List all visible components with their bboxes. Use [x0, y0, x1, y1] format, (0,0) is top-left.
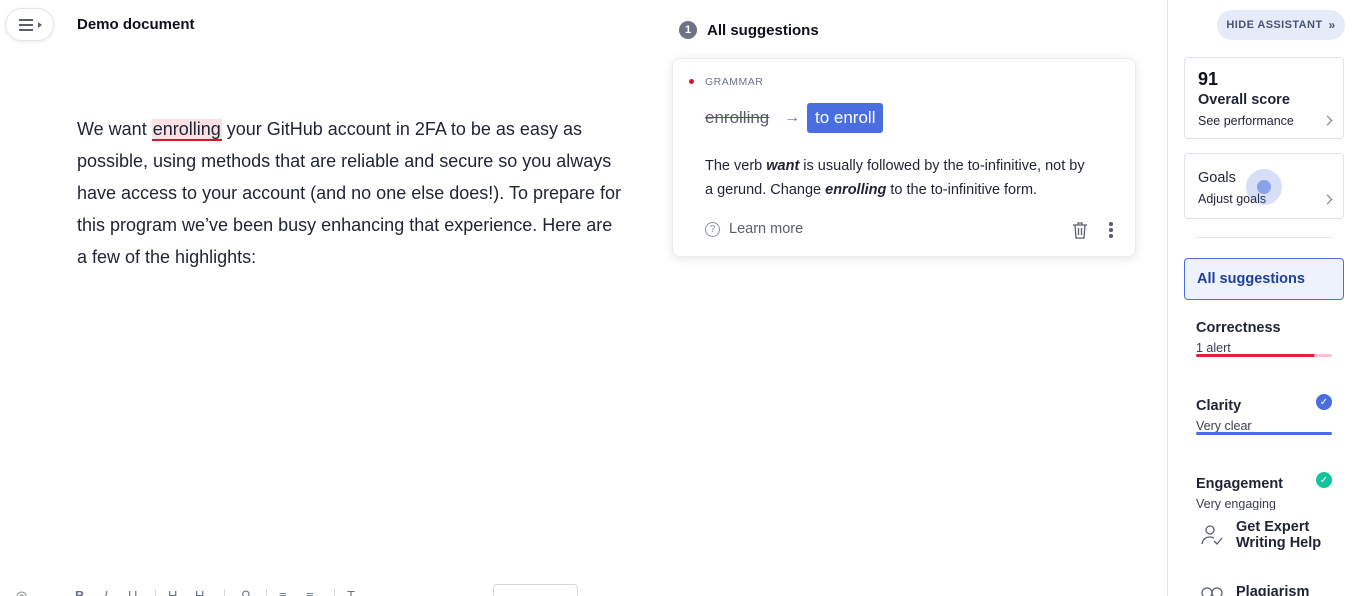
clear-format-icon[interactable]: T: [347, 588, 355, 596]
editor-text-after: your GitHub account in 2FA to be as easy…: [77, 119, 621, 267]
plagiarism-icon: [1201, 587, 1223, 596]
learn-more-label: Learn more: [729, 221, 804, 237]
suggestion-category: GRAMMAR: [705, 76, 764, 88]
all-suggestions-tab[interactable]: All suggestions: [1184, 258, 1344, 300]
chevron-right-icon: [1322, 115, 1333, 126]
italic-icon[interactable]: I: [104, 588, 108, 596]
word-count-box[interactable]: [493, 584, 578, 596]
trash-icon[interactable]: [1072, 221, 1088, 239]
metric-engagement[interactable]: Engagement Very engaging ✓: [1196, 472, 1332, 510]
metric-clarity[interactable]: Clarity Very clear ✓: [1196, 394, 1332, 435]
editor-text-before: We want: [77, 119, 152, 139]
suggestion-explanation: The verb want is usually followed by the…: [705, 158, 1085, 198]
suggestions-count-badge: 1: [679, 21, 697, 39]
cursor-indicator: [1246, 169, 1282, 205]
document-title[interactable]: Demo document: [77, 16, 195, 33]
hide-assistant-button[interactable]: HIDE ASSISTANT»: [1217, 10, 1345, 40]
expert-line1: Get Expert: [1236, 519, 1310, 535]
help-icon[interactable]: ◎: [16, 588, 27, 596]
goals-label: Goals: [1198, 170, 1236, 186]
score-label: Overall score: [1198, 92, 1290, 108]
bold-icon[interactable]: B: [75, 588, 84, 596]
expert-line2: Writing Help: [1236, 535, 1322, 551]
metric-correctness[interactable]: Correctness 1 alert: [1196, 320, 1332, 357]
engagement-clip: Engagement Very engaging ✓: [1168, 470, 1354, 510]
panel-divider: [1196, 237, 1332, 238]
expert-writing-help-button[interactable]: Get Expert Writing Help: [1200, 519, 1321, 551]
help-circle-icon: ?: [705, 221, 720, 237]
explanation-verb: want: [766, 158, 800, 174]
plagiarism-label: Plagiarism: [1236, 584, 1310, 596]
chevron-right-icon: [1322, 194, 1333, 205]
heading1-icon[interactable]: H₁: [168, 588, 182, 596]
caret-right-icon: [38, 22, 42, 28]
clarity-progress-bar: [1196, 432, 1332, 435]
correctness-progress-bar: [1196, 354, 1332, 357]
link-icon[interactable]: ⚲: [241, 588, 251, 596]
explanation-word: enrolling: [825, 182, 887, 198]
heading2-icon[interactable]: H₂: [195, 588, 209, 596]
see-performance-link[interactable]: See performance: [1198, 114, 1294, 128]
bullet-list-icon[interactable]: ≡: [306, 588, 314, 596]
more-vertical-icon[interactable]: [1109, 222, 1113, 238]
check-circle-icon: ✓: [1316, 394, 1332, 410]
plagiarism-button[interactable]: Plagiarism: [1200, 584, 1309, 596]
accept-replacement-button[interactable]: to enroll: [807, 103, 884, 133]
suggestion-card[interactable]: GRAMMAR enrolling → to enroll The verb w…: [672, 58, 1136, 257]
ordered-list-icon[interactable]: ≡: [279, 588, 287, 596]
original-word: enrolling: [705, 108, 770, 127]
arrow-right-icon: →: [784, 109, 800, 126]
score-value: 91: [1198, 69, 1219, 89]
suggestions-header: 1 All suggestions: [679, 21, 819, 39]
suggestions-title: All suggestions: [707, 21, 819, 39]
check-circle-icon: ✓: [1316, 472, 1332, 488]
highlighted-issue[interactable]: enrolling: [151, 119, 222, 141]
document-editor[interactable]: We want enrolling your GitHub account in…: [77, 113, 625, 273]
overall-score-card[interactable]: 91 Overall score See performance: [1184, 57, 1344, 139]
alert-dot-icon: [689, 79, 694, 84]
main-menu-button[interactable]: [5, 8, 54, 41]
underline-icon[interactable]: U: [128, 588, 137, 596]
learn-more-link[interactable]: ? Learn more: [705, 221, 803, 237]
double-chevron-right-icon: »: [1328, 18, 1336, 32]
hamburger-icon: [19, 19, 33, 31]
expert-person-icon: [1201, 525, 1223, 545]
